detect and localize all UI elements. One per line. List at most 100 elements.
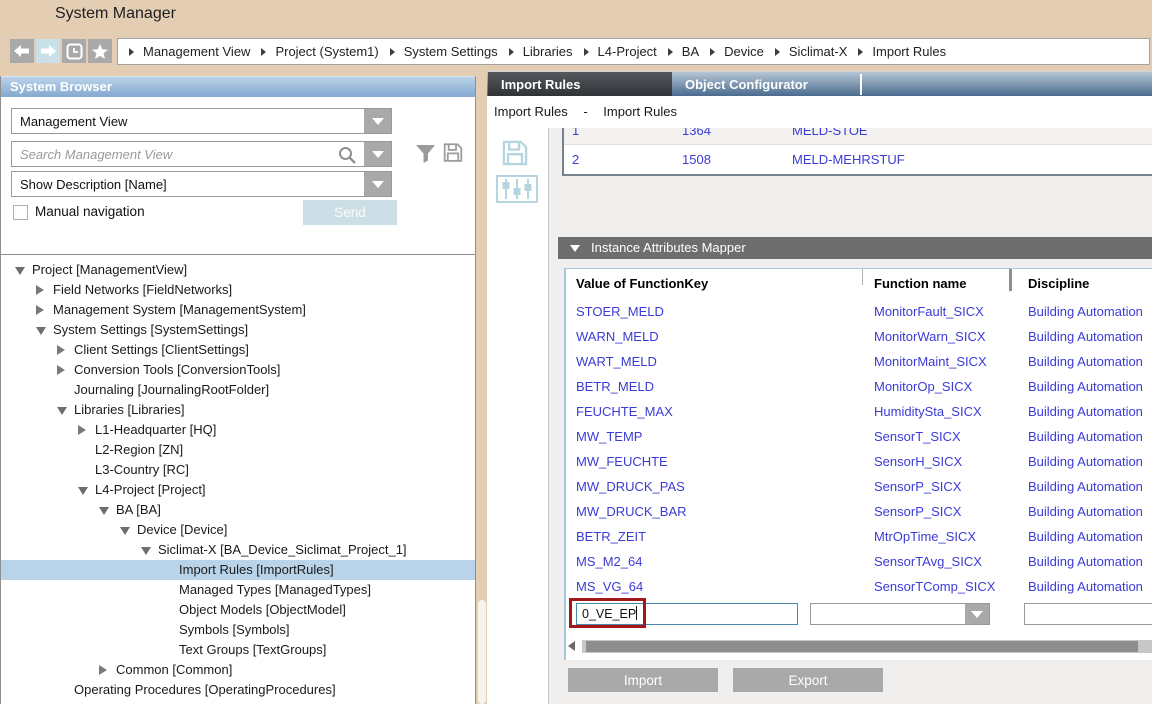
mapper-row[interactable]: BETR_ZEITMtrOpTime_SICXBuilding Automati… bbox=[566, 524, 1152, 549]
tree-item[interactable]: L2-Region [ZN] bbox=[1, 440, 475, 460]
expander-icon[interactable] bbox=[99, 661, 116, 680]
expander-icon[interactable] bbox=[57, 361, 74, 380]
save-icon[interactable] bbox=[442, 142, 464, 163]
expander-icon[interactable] bbox=[99, 501, 116, 520]
description-selector[interactable]: Show Description [Name] bbox=[11, 171, 392, 197]
export-button[interactable]: Export bbox=[733, 668, 883, 692]
mapper-row[interactable]: MW_FEUCHTESensorH_SICXBuilding Automatio… bbox=[566, 449, 1152, 474]
tree-item[interactable]: Text Groups [TextGroups] bbox=[1, 640, 475, 660]
mapper-row[interactable]: FEUCHTE_MAXHumiditySta_SICXBuilding Auto… bbox=[566, 399, 1152, 424]
tree-item[interactable]: Object Models [ObjectModel] bbox=[1, 600, 475, 620]
column-separator[interactable] bbox=[1009, 269, 1012, 291]
tree-item[interactable]: Management System [ManagementSystem] bbox=[1, 300, 475, 320]
send-button[interactable]: Send bbox=[303, 200, 397, 225]
column-header-functionkey[interactable]: Value of FunctionKey bbox=[576, 269, 708, 299]
tree-item[interactable]: Import Rules [ImportRules] bbox=[1, 560, 475, 580]
discipline-cell: Building Automation bbox=[1028, 399, 1152, 424]
rule-id-cell: 1364 bbox=[682, 128, 792, 145]
instance-attributes-mapper-header[interactable]: Instance Attributes Mapper bbox=[558, 237, 1152, 259]
tree-item[interactable]: Field Networks [FieldNetworks] bbox=[1, 280, 475, 300]
tree-item[interactable]: Journaling [JournalingRootFolder] bbox=[1, 380, 475, 400]
tree-item[interactable]: Conversion Tools [ConversionTools] bbox=[1, 360, 475, 380]
expander-icon[interactable] bbox=[120, 521, 137, 540]
scroll-left-icon[interactable] bbox=[568, 641, 575, 651]
back-button[interactable] bbox=[10, 39, 34, 63]
table-row[interactable]: 11364MELD-STOE bbox=[564, 128, 1152, 145]
tree-item[interactable]: Managed Types [ManagedTypes] bbox=[1, 580, 475, 600]
mapper-row[interactable]: WART_MELDMonitorMaint_SICXBuilding Autom… bbox=[566, 349, 1152, 374]
column-separator[interactable] bbox=[862, 269, 863, 285]
new-functionkey-input[interactable]: 0_VE_EP bbox=[576, 603, 798, 625]
view-selector-dropdown-button[interactable] bbox=[364, 109, 391, 133]
breadcrumb-item[interactable]: System Settings bbox=[404, 44, 498, 59]
favorites-button[interactable] bbox=[88, 39, 112, 63]
mapper-row[interactable]: BETR_MELDMonitorOp_SICXBuilding Automati… bbox=[566, 374, 1152, 399]
tree-item[interactable]: Client Settings [ClientSettings] bbox=[1, 340, 475, 360]
mapper-row[interactable]: MS_M2_64SensorTAvg_SICXBuilding Automati… bbox=[566, 549, 1152, 574]
tree-item[interactable]: Common [Common] bbox=[1, 660, 475, 680]
new-discipline-input[interactable] bbox=[1024, 603, 1152, 625]
back-arrow-icon bbox=[14, 45, 30, 57]
mapper-table: Value of FunctionKey Function name Disci… bbox=[564, 268, 1152, 660]
tree-item[interactable]: Device [Device] bbox=[1, 520, 475, 540]
tree-item[interactable]: L4-Project [Project] bbox=[1, 480, 475, 500]
breadcrumb-item[interactable]: Siclimat-X bbox=[789, 44, 848, 59]
expander-icon[interactable] bbox=[57, 401, 74, 420]
history-button[interactable] bbox=[62, 39, 86, 63]
view-selector[interactable]: Management View bbox=[11, 108, 392, 134]
tree-item-label: Libraries [Libraries] bbox=[74, 402, 185, 417]
expander-icon[interactable] bbox=[36, 321, 53, 340]
save-rules-icon[interactable] bbox=[500, 139, 530, 167]
tree-item[interactable]: L1-Headquarter [HQ] bbox=[1, 420, 475, 440]
forward-button[interactable] bbox=[36, 39, 60, 63]
search-dropdown-button[interactable] bbox=[364, 142, 391, 166]
mapper-row[interactable]: MS_VG_64SensorTComp_SICXBuilding Automat… bbox=[566, 574, 1152, 599]
scrollbar-thumb[interactable] bbox=[586, 641, 1138, 652]
expander-icon[interactable] bbox=[78, 421, 95, 440]
column-header-function-name[interactable]: Function name bbox=[874, 269, 966, 299]
description-dropdown-button[interactable] bbox=[364, 172, 391, 196]
view-breadcrumb-root[interactable]: Import Rules bbox=[494, 104, 568, 119]
breadcrumb-item[interactable]: L4-Project bbox=[598, 44, 657, 59]
expander-icon[interactable] bbox=[141, 541, 158, 560]
mapper-row[interactable]: WARN_MELDMonitorWarn_SICXBuilding Automa… bbox=[566, 324, 1152, 349]
tab-object-configurator[interactable]: Object Configurator bbox=[672, 72, 860, 97]
mapper-row[interactable]: MW_DRUCK_BARSensorP_SICXBuilding Automat… bbox=[566, 499, 1152, 524]
import-button[interactable]: Import bbox=[568, 668, 718, 692]
settings-sliders-icon[interactable] bbox=[496, 175, 538, 203]
tree-item[interactable]: Symbols [Symbols] bbox=[1, 620, 475, 640]
expander-icon[interactable] bbox=[36, 301, 53, 320]
tab-import-rules[interactable]: Import Rules bbox=[488, 72, 672, 97]
tree-item[interactable]: System Settings [SystemSettings] bbox=[1, 320, 475, 340]
tree-item[interactable]: Operating Procedures [OperatingProcedure… bbox=[1, 680, 475, 700]
tree-item[interactable]: Libraries [Libraries] bbox=[1, 400, 475, 420]
search-input[interactable] bbox=[20, 147, 310, 162]
tree-scrollbar-thumb[interactable] bbox=[478, 600, 486, 704]
side-toolbar bbox=[487, 128, 548, 704]
breadcrumb-item[interactable]: Import Rules bbox=[872, 44, 946, 59]
breadcrumb-item[interactable]: Libraries bbox=[523, 44, 573, 59]
mapper-row[interactable]: STOER_MELDMonitorFault_SICXBuilding Auto… bbox=[566, 299, 1152, 324]
tree-item[interactable]: Siclimat-X [BA_Device_Siclimat_Project_1… bbox=[1, 540, 475, 560]
tree-item[interactable]: Project [ManagementView] bbox=[1, 260, 475, 280]
new-function-name-combobox[interactable] bbox=[810, 603, 990, 625]
mapper-row[interactable]: MW_TEMPSensorT_SICXBuilding Automation bbox=[566, 424, 1152, 449]
scrollbar-track[interactable] bbox=[582, 640, 1152, 653]
expander-icon[interactable] bbox=[78, 481, 95, 500]
manual-navigation-checkbox[interactable] bbox=[13, 205, 28, 220]
mapper-row[interactable]: MW_DRUCK_PASSensorP_SICXBuilding Automat… bbox=[566, 474, 1152, 499]
function-name-dropdown-button[interactable] bbox=[965, 604, 989, 624]
table-row[interactable]: 21508MELD-MEHRSTUF bbox=[564, 145, 1152, 174]
column-header-discipline[interactable]: Discipline bbox=[1028, 269, 1089, 299]
breadcrumb-item[interactable]: Project (System1) bbox=[275, 44, 378, 59]
tree-item[interactable]: L3-Country [RC] bbox=[1, 460, 475, 480]
tree-item[interactable]: BA [BA] bbox=[1, 500, 475, 520]
breadcrumb-item[interactable]: BA bbox=[682, 44, 699, 59]
expander-icon[interactable] bbox=[15, 261, 32, 280]
functionkey-cell: MW_FEUCHTE bbox=[576, 449, 874, 474]
expander-icon[interactable] bbox=[36, 281, 53, 300]
filter-icon[interactable] bbox=[415, 144, 436, 164]
breadcrumb-item[interactable]: Management View bbox=[143, 44, 250, 59]
expander-icon[interactable] bbox=[57, 341, 74, 360]
breadcrumb-item[interactable]: Device bbox=[724, 44, 764, 59]
